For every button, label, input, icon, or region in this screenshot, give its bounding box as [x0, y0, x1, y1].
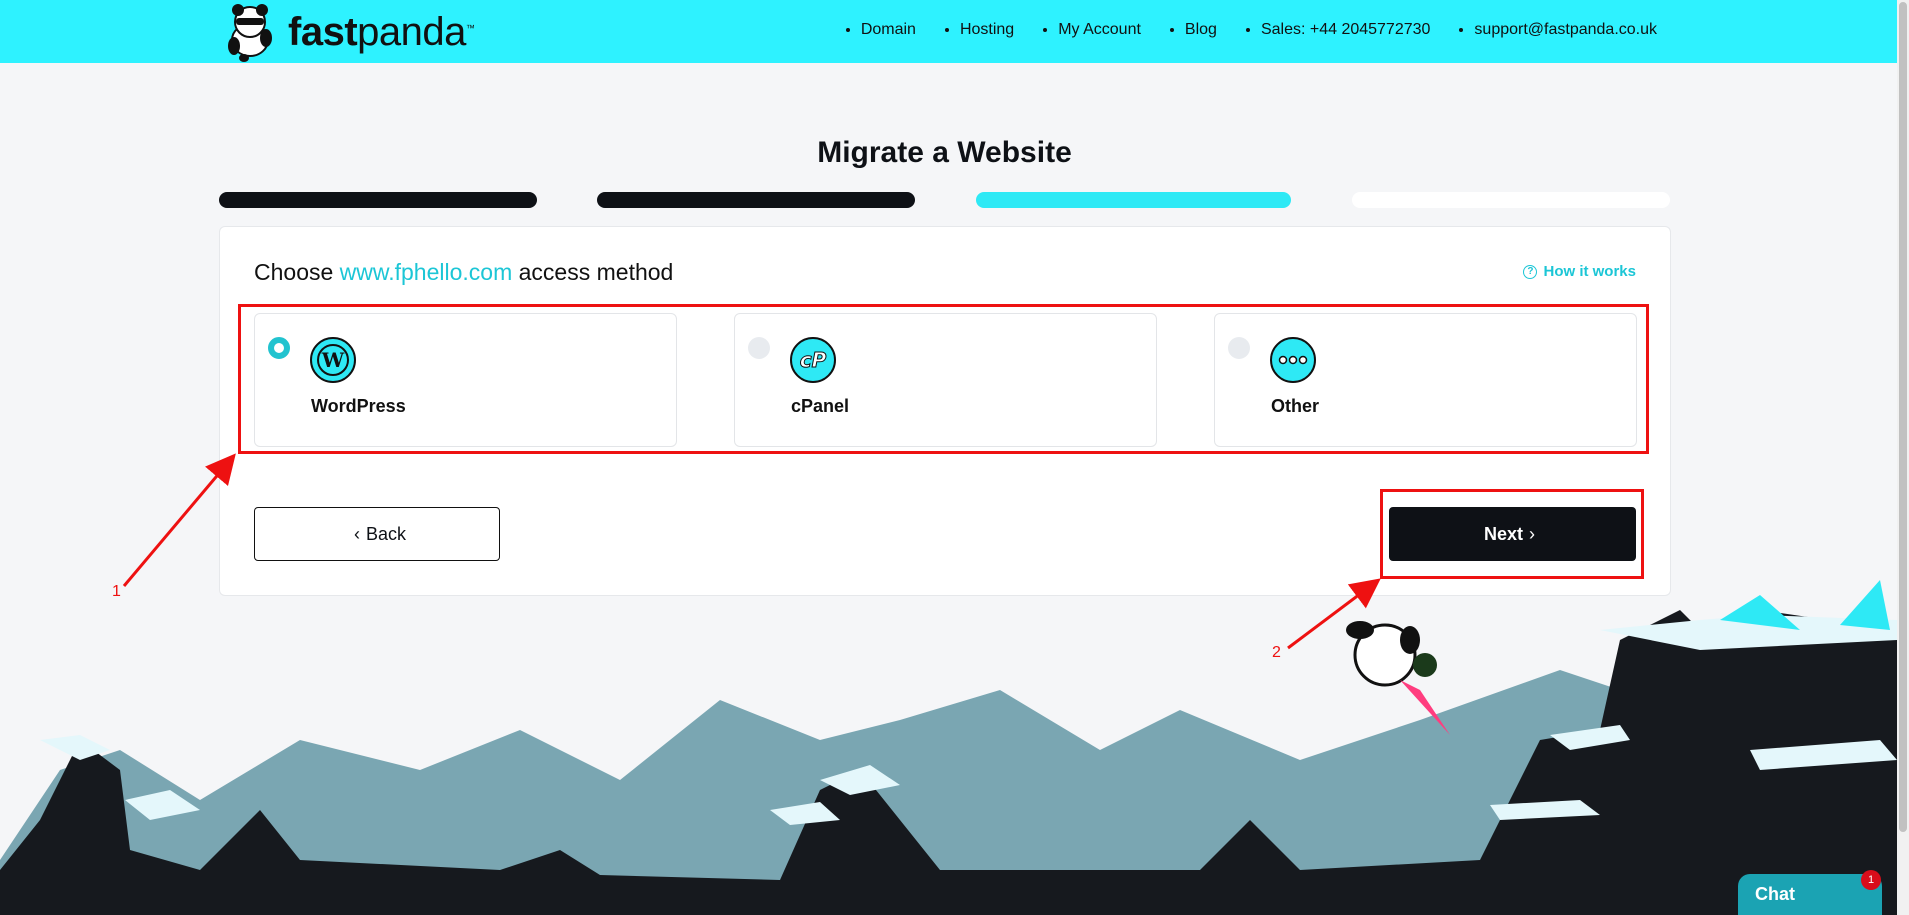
annotation-arrows [122, 453, 1381, 650]
chat-notification-badge: 1 [1861, 870, 1881, 890]
annotation-label-1: 1 [112, 583, 121, 600]
annotation-label-2: 2 [1272, 644, 1281, 661]
